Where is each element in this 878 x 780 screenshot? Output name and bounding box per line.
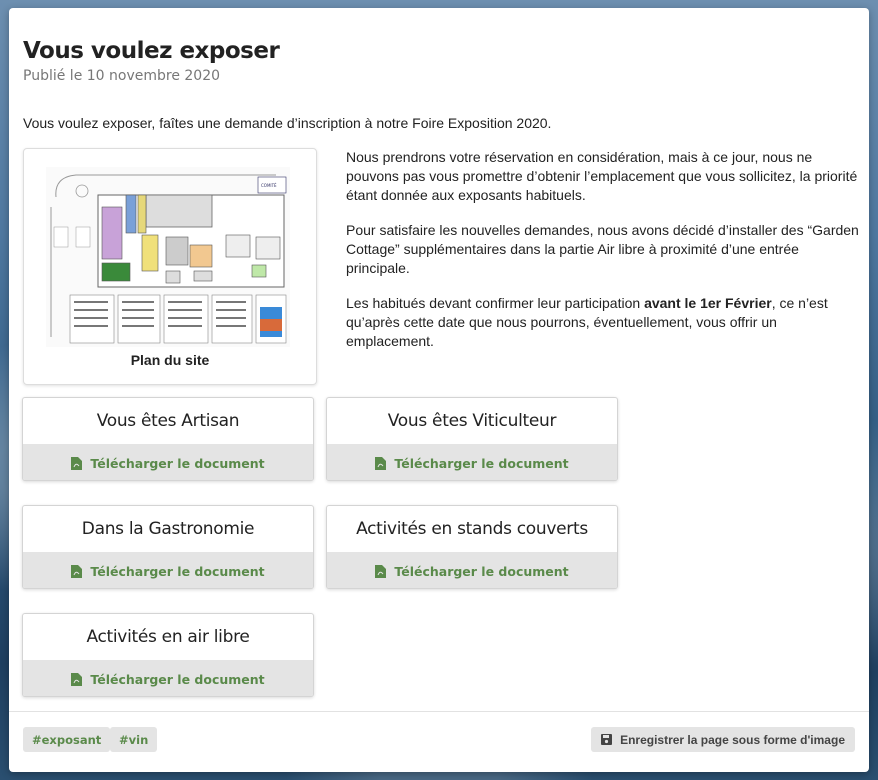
site-plan-image: COMITÉ xyxy=(46,167,290,347)
file-pdf-icon xyxy=(71,672,83,686)
file-pdf-icon xyxy=(71,456,83,470)
card-title: Dans la Gastronomie xyxy=(81,519,255,539)
download-card-artisan: Vous êtes Artisan Télécharger le documen… xyxy=(22,397,314,481)
paragraph-2: Pour satisfaire les nouvelles demandes, … xyxy=(346,222,859,276)
card-title: Vous êtes Artisan xyxy=(96,411,240,431)
floppy-disk-icon xyxy=(601,734,613,745)
content-card: Vous voulez exposer Publié le 10 novembr… xyxy=(9,8,869,772)
download-card-gastronomie: Dans la Gastronomie Télécharger le docum… xyxy=(22,505,314,589)
download-button-gastronomie[interactable]: Télécharger le document xyxy=(23,552,313,588)
download-card-air-libre: Activités en air libre Télécharger le do… xyxy=(22,613,314,697)
card-title: Activités en air libre xyxy=(86,627,250,647)
site-plan-figure[interactable]: COMITÉ Plan du site xyxy=(23,148,317,385)
download-button-air-libre[interactable]: Télécharger le document xyxy=(23,660,313,696)
publish-date: Publié le 10 novembre 2020 xyxy=(23,68,221,84)
download-button-stands-couverts[interactable]: Télécharger le document xyxy=(327,552,617,588)
download-button-viticulteur[interactable]: Télécharger le document xyxy=(327,444,617,480)
paragraph-1: Nous prendrons votre réservation en cons… xyxy=(346,149,858,203)
download-card-viticulteur: Vous êtes Viticulteur Télécharger le doc… xyxy=(326,397,618,481)
save-button-label: Enregistrer la page sous forme d'image xyxy=(620,732,845,747)
intro-text: Vous voulez exposer, faîtes une demande … xyxy=(23,115,552,131)
deadline-text: avant le 1er Février xyxy=(644,295,772,311)
figure-caption: Plan du site xyxy=(130,352,210,368)
page-title: Vous voulez exposer xyxy=(23,38,280,64)
description: Nous prendrons votre réservation en cons… xyxy=(346,148,861,367)
file-pdf-icon xyxy=(375,456,387,470)
footer-divider xyxy=(9,711,869,712)
file-pdf-icon xyxy=(71,564,83,578)
card-title: Activités en stands couverts xyxy=(356,519,588,539)
card-title: Vous êtes Viticulteur xyxy=(387,411,557,431)
download-card-stands-couverts: Activités en stands couverts Télécharger… xyxy=(326,505,618,589)
svg-text:COMITÉ: COMITÉ xyxy=(261,183,277,188)
tag-vin[interactable]: #vin xyxy=(110,727,158,752)
file-pdf-icon xyxy=(375,564,387,578)
save-as-image-button[interactable]: Enregistrer la page sous forme d'image xyxy=(591,727,855,752)
download-button-artisan[interactable]: Télécharger le document xyxy=(23,444,313,480)
paragraph-3: Les habitués devant confirmer leur parti… xyxy=(346,295,828,349)
tag-exposant[interactable]: #exposant xyxy=(23,727,111,752)
